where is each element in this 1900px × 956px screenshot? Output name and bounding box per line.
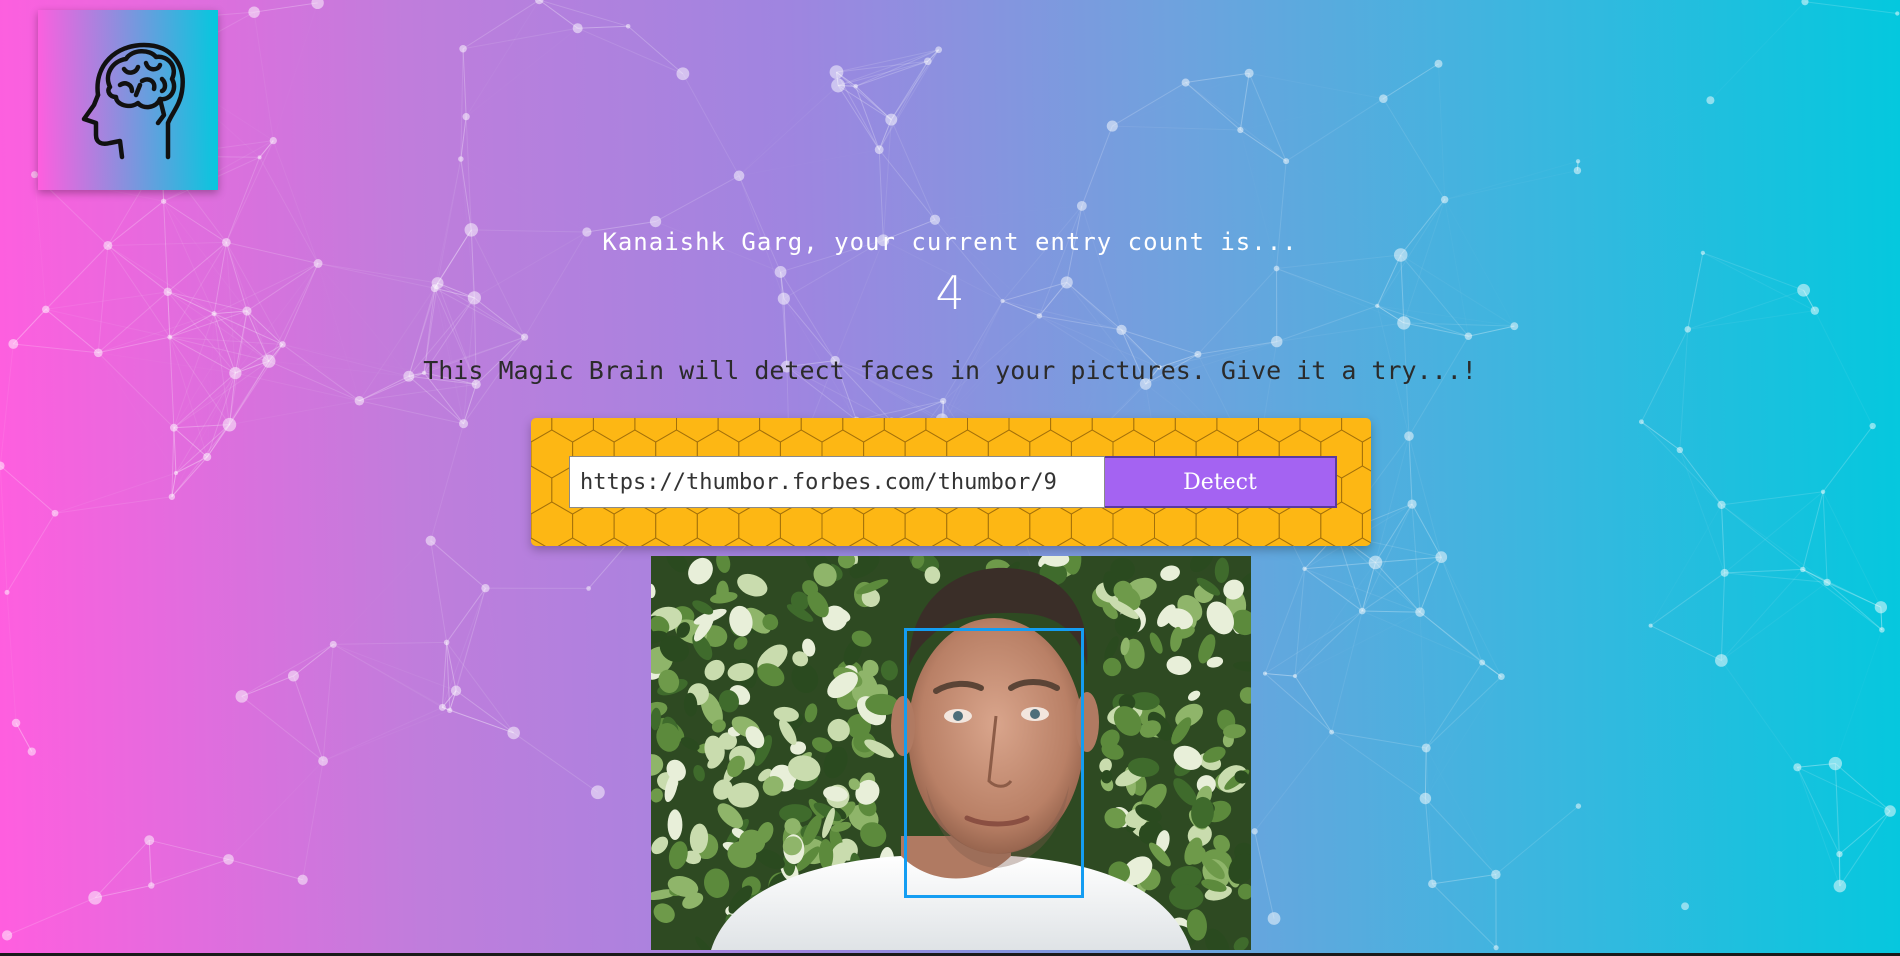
image-link-form: Detect xyxy=(531,418,1371,546)
image-url-input[interactable] xyxy=(569,456,1105,508)
logo[interactable] xyxy=(38,10,218,190)
entry-count-message: Kanaishk Garg, your current entry count … xyxy=(602,228,1298,256)
face-bounding-box xyxy=(904,628,1084,898)
intro-text: This Magic Brain will detect faces in yo… xyxy=(423,356,1477,385)
input-image xyxy=(651,556,1251,950)
entry-count-value: 4 xyxy=(935,266,965,320)
brain-head-icon xyxy=(81,42,185,160)
detect-button[interactable]: Detect xyxy=(1105,456,1337,508)
